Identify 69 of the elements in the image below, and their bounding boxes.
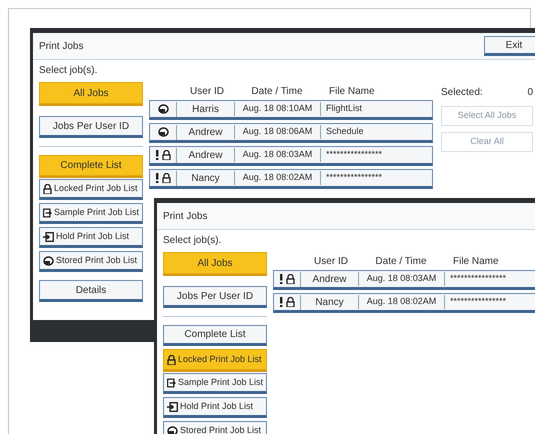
view-button[interactable]: All Jobs: [163, 252, 267, 274]
disc-icon: [158, 104, 168, 114]
lock-icon: [162, 173, 171, 183]
column-header: User ID: [189, 84, 225, 98]
user-id: Andrew: [300, 272, 358, 286]
job-row[interactable]: Andrew Aug. 18 08:03AM ****************: [273, 270, 535, 290]
list-button[interactable]: Stored Print Job List: [39, 251, 143, 272]
lock-icon: [162, 150, 171, 160]
arrow-into-box-icon: [43, 232, 54, 242]
details-button[interactable]: Details: [39, 280, 143, 302]
date-time: Aug. 18 08:10AM: [234, 102, 320, 116]
column-header: Date / Time: [250, 84, 304, 98]
list-button[interactable]: Hold Print Job List: [39, 227, 143, 248]
user-id: Nancy: [300, 294, 358, 310]
column-header: File Name: [452, 254, 500, 268]
file-name: ****************: [320, 171, 382, 185]
file-name: ****************: [444, 272, 506, 286]
list-button[interactable]: Complete List: [39, 155, 143, 176]
job-row[interactable]: Nancy Aug. 18 08:02AM ****************: [149, 169, 433, 189]
file-name: Schedule: [320, 125, 364, 139]
view-button[interactable]: Jobs Per User ID: [163, 286, 267, 308]
date-time: Aug. 18 08:02AM: [234, 171, 320, 185]
disc-icon: [43, 256, 54, 266]
job-row[interactable]: Harris Aug. 18 08:10AM FlightList: [149, 100, 433, 120]
lock-icon: [286, 297, 295, 307]
page-arrow-icon: [43, 208, 52, 218]
list-button[interactable]: Locked Print Job List: [163, 349, 267, 370]
prompt-text: Select job(s).: [163, 234, 222, 248]
view-button[interactable]: Jobs Per User ID: [39, 116, 143, 138]
file-name: ****************: [320, 148, 382, 162]
job-row[interactable]: Andrew Aug. 18 08:06AM Schedule: [149, 123, 433, 143]
user-id: Harris: [176, 102, 234, 116]
prompt-text: Select job(s).: [39, 64, 98, 78]
user-id: Nancy: [176, 170, 234, 186]
job-row[interactable]: Andrew Aug. 18 08:03AM ****************: [149, 146, 433, 166]
list-button[interactable]: Hold Print Job List: [163, 397, 267, 418]
exit-button[interactable]: Exit: [484, 36, 535, 56]
column-header: Date / Time: [374, 254, 428, 268]
exclamation-icon: [155, 173, 159, 183]
window-title: Print Jobs: [163, 210, 208, 224]
exclamation-icon: [279, 297, 283, 307]
job-row[interactable]: Nancy Aug. 18 08:02AM ****************: [273, 293, 535, 313]
exclamation-icon: [279, 274, 283, 284]
window-title: Print Jobs: [39, 40, 84, 54]
list-button[interactable]: Sample Print Job List: [39, 203, 143, 224]
file-name: FlightList: [320, 102, 362, 116]
column-header: File Name: [328, 84, 376, 98]
disc-icon: [158, 127, 168, 137]
list-button[interactable]: Stored Print Job List: [163, 421, 267, 434]
lock-icon: [167, 354, 176, 364]
date-time: Aug. 18 08:03AM: [234, 148, 320, 162]
date-time: Aug. 18 08:06AM: [234, 125, 320, 139]
page-arrow-icon: [167, 378, 176, 388]
selected-count: 0: [527, 86, 533, 100]
file-name: ****************: [444, 295, 506, 309]
exclamation-icon: [155, 150, 159, 160]
lock-icon: [43, 184, 52, 194]
list-button[interactable]: Locked Print Job List: [39, 179, 143, 200]
date-time: Aug. 18 08:03AM: [358, 272, 444, 286]
arrow-into-box-icon: [167, 402, 178, 412]
list-button[interactable]: Complete List: [163, 325, 267, 346]
view-button[interactable]: All Jobs: [39, 82, 143, 104]
selected-label: Selected:: [441, 86, 483, 100]
user-id: Andrew: [176, 148, 234, 162]
lock-icon: [286, 274, 295, 284]
user-id: Andrew: [176, 124, 234, 140]
date-time: Aug. 18 08:02AM: [358, 295, 444, 309]
column-header: User ID: [313, 254, 349, 268]
list-button[interactable]: Sample Print Job List: [163, 373, 267, 394]
